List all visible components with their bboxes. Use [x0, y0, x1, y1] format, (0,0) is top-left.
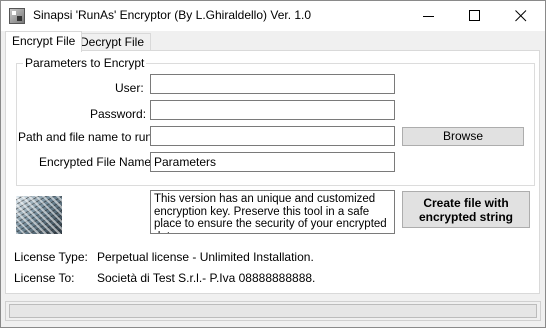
- parameters-group-title: Parameters to Encrypt: [23, 56, 147, 70]
- tab-strip: Encrypt File Decrypt File: [3, 31, 543, 52]
- path-label: Path and file name to run:: [18, 130, 156, 144]
- license-to-label: License To:: [14, 271, 75, 285]
- path-input[interactable]: [150, 126, 395, 146]
- close-icon: [515, 10, 527, 22]
- window-title: Sinapsi 'RunAs' Encryptor (By L.Ghiralde…: [33, 8, 312, 22]
- user-label: User:: [115, 81, 144, 95]
- license-to-value: Società di Test S.r.l.- P.Iva 0888888888…: [97, 271, 316, 285]
- maximize-icon: [469, 10, 480, 21]
- create-button-line2: encrypted string: [418, 210, 514, 224]
- app-window: Sinapsi 'RunAs' Encryptor (By L.Ghiralde…: [0, 0, 546, 328]
- browse-button[interactable]: Browse: [402, 127, 524, 146]
- license-type-value: Perpetual license - Unlimited Installati…: [97, 250, 314, 264]
- app-icon: [9, 8, 25, 24]
- minimize-icon: [423, 16, 434, 17]
- minimize-button[interactable]: [406, 1, 452, 31]
- tab-encrypt-file[interactable]: Encrypt File: [5, 31, 83, 52]
- create-button-line1: Create file with: [423, 196, 509, 210]
- maximize-button[interactable]: [452, 1, 498, 31]
- logo-image: [16, 196, 62, 234]
- status-bar: [5, 301, 541, 321]
- close-button[interactable]: [498, 1, 544, 31]
- license-type-label: License Type:: [14, 250, 88, 264]
- tab-decrypt-file[interactable]: Decrypt File: [73, 33, 152, 51]
- title-bar[interactable]: Sinapsi 'RunAs' Encryptor (By L.Ghiralde…: [1, 1, 545, 31]
- password-label: Password:: [90, 107, 147, 121]
- create-file-button[interactable]: Create file with encrypted string: [402, 191, 530, 228]
- user-input[interactable]: [150, 74, 395, 94]
- encrypted-name-input[interactable]: [150, 152, 395, 172]
- encrypted-name-label: Encrypted File Name:: [39, 155, 155, 169]
- status-panel: [9, 304, 537, 318]
- password-input[interactable]: [150, 100, 395, 120]
- info-textbox[interactable]: This version has an unique and customize…: [150, 190, 395, 234]
